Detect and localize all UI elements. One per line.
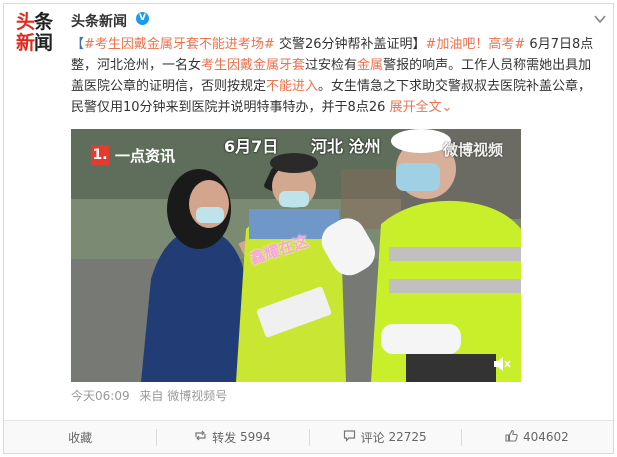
weibo-video-watermark: 微博视频 xyxy=(442,141,503,159)
text: 交警26分钟帮补盖证明】 xyxy=(274,37,426,52)
thumbs-up-icon xyxy=(505,429,518,446)
mute-icon[interactable] xyxy=(493,356,511,372)
repost-count: 5994 xyxy=(240,430,271,444)
post-source-link[interactable]: 微博视频号 xyxy=(167,389,227,403)
text: 【 xyxy=(71,37,85,52)
comment-button[interactable]: 评论 22725 xyxy=(308,421,461,453)
comment-icon xyxy=(343,429,356,446)
repost-label: 转发 xyxy=(212,430,237,445)
highlight-text: 不能进入 xyxy=(266,79,319,94)
avatar[interactable]: 头条 新闻 xyxy=(13,10,59,56)
expand-full-text-link[interactable]: 展开全文 xyxy=(390,100,442,115)
hashtag-link[interactable]: #考生因戴金属牙套不能进考场# xyxy=(84,37,275,52)
repost-icon xyxy=(194,429,207,446)
highlight-text: 金属 xyxy=(357,58,384,73)
post-time[interactable]: 今天06:09 xyxy=(71,389,130,403)
logo-char: 闻 xyxy=(34,32,53,54)
post-meta: 今天06:09 来自 微博视频号 xyxy=(71,387,227,404)
like-count: 404602 xyxy=(522,430,569,444)
like-button[interactable]: 404602 xyxy=(460,421,613,453)
verified-badge-icon: V xyxy=(136,12,149,25)
repost-button[interactable]: 转发 5994 xyxy=(156,421,308,453)
video-date-caption: 6月7日 xyxy=(224,137,279,156)
source-number: 1. xyxy=(91,145,109,165)
hashtag-link[interactable]: #加油吧！高考# xyxy=(426,37,526,52)
action-bar: 收藏 转发 5994 评论 22725 404602 xyxy=(4,420,613,453)
collect-label: 收藏 xyxy=(68,430,93,445)
video-player[interactable]: 1. 一点资讯 6月7日 河北 沧州 微博视频 鑫耀在这 xyxy=(71,129,521,382)
chevron-down-icon[interactable] xyxy=(593,12,607,26)
logo-char: 头 xyxy=(16,11,35,33)
collect-button[interactable]: 收藏 xyxy=(4,421,156,453)
text: 过安检有 xyxy=(305,58,358,73)
from-label: 来自 xyxy=(139,389,164,403)
comment-count: 22725 xyxy=(388,430,427,444)
comment-label: 评论 xyxy=(360,430,385,445)
author-name[interactable]: 头条新闻 xyxy=(71,11,127,31)
logo-char: 新 xyxy=(16,32,35,54)
source-name: 一点资讯 xyxy=(115,146,176,165)
video-place-caption: 河北 沧州 xyxy=(311,137,381,156)
logo-char: 条 xyxy=(34,11,53,33)
post-text: 【#考生因戴金属牙套不能进考场# 交警26分钟帮补盖证明】#加油吧！高考# 6月… xyxy=(71,34,601,118)
highlight-text: 考生因戴金属牙套 xyxy=(201,58,306,73)
video-source-tag: 1. 一点资讯 xyxy=(91,143,175,167)
chevron-down-icon: ⌄ xyxy=(441,100,453,115)
